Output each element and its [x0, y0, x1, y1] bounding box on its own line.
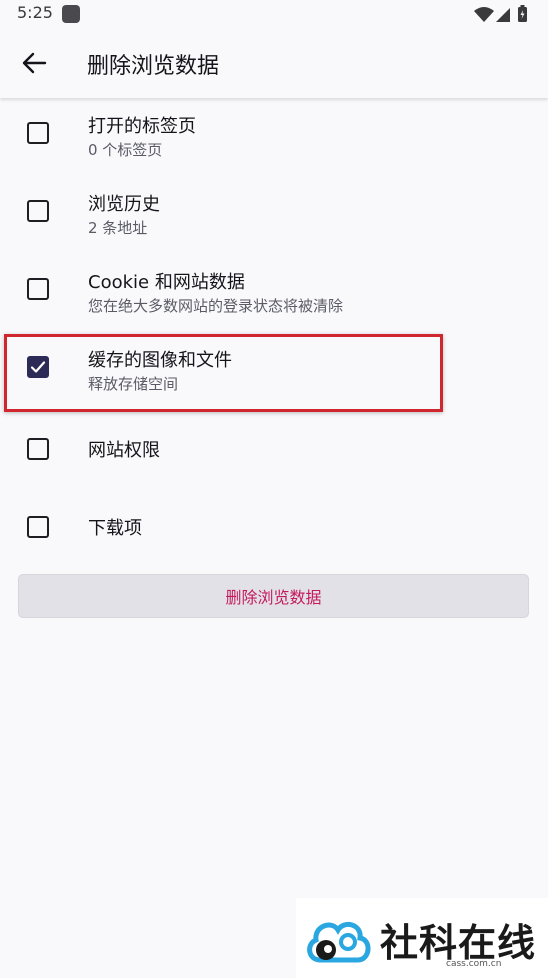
option-title: 缓存的图像和文件: [88, 350, 232, 371]
cookies-checkbox[interactable]: [27, 278, 49, 300]
option-cached-images[interactable]: 缓存的图像和文件 释放存储空间: [0, 332, 548, 410]
option-site-permissions[interactable]: 网站权限: [0, 410, 548, 488]
watermark-url: cass.com.cn: [446, 959, 502, 969]
option-subtitle: 0 个标签页: [88, 141, 163, 159]
option-title: 打开的标签页: [88, 116, 196, 137]
site-permissions-checkbox[interactable]: [27, 438, 49, 460]
option-browsing-history[interactable]: 浏览历史 2 条地址: [0, 176, 548, 254]
page-title: 删除浏览数据: [87, 54, 220, 79]
option-subtitle: 释放存储空间: [88, 375, 179, 393]
option-title: Cookie 和网站数据: [88, 272, 245, 293]
arrow-left-icon: [22, 52, 47, 74]
app-bar: 删除浏览数据: [0, 30, 548, 98]
browsing-history-checkbox[interactable]: [27, 200, 49, 222]
watermark: 社科在线 cass.com.cn: [296, 898, 548, 978]
open-tabs-checkbox[interactable]: [27, 122, 49, 144]
screen: 5:25 删除浏览数据 打开的标签页 0 个标签页 浏览历史 2 条地址 Coo…: [0, 0, 548, 978]
option-cookies[interactable]: Cookie 和网站数据 您在绝大多数网站的登录状态将被清除: [0, 254, 548, 332]
back-button[interactable]: [12, 41, 56, 85]
cloud-logo-icon: [307, 921, 371, 963]
option-downloads[interactable]: 下载项: [0, 488, 548, 566]
status-bar: 5:25: [0, 0, 548, 30]
battery-charging-icon: [518, 5, 527, 22]
option-open-tabs[interactable]: 打开的标签页 0 个标签页: [0, 98, 548, 176]
cached-images-checkbox[interactable]: [27, 356, 49, 378]
option-title: 下载项: [88, 518, 142, 539]
downloads-checkbox[interactable]: [27, 516, 49, 538]
option-title: 浏览历史: [88, 194, 160, 215]
wifi-icon: [474, 7, 494, 22]
option-subtitle: 您在绝大多数网站的登录状态将被清除: [88, 297, 344, 315]
app-notification-icon: [62, 5, 80, 23]
checkmark-icon: [30, 361, 46, 373]
option-title: 网站权限: [88, 440, 160, 461]
status-icons: [474, 5, 527, 22]
delete-browsing-data-button[interactable]: 删除浏览数据: [18, 574, 529, 618]
option-subtitle: 2 条地址: [88, 219, 148, 237]
signal-icon: [496, 8, 510, 22]
status-time: 5:25: [17, 3, 53, 22]
